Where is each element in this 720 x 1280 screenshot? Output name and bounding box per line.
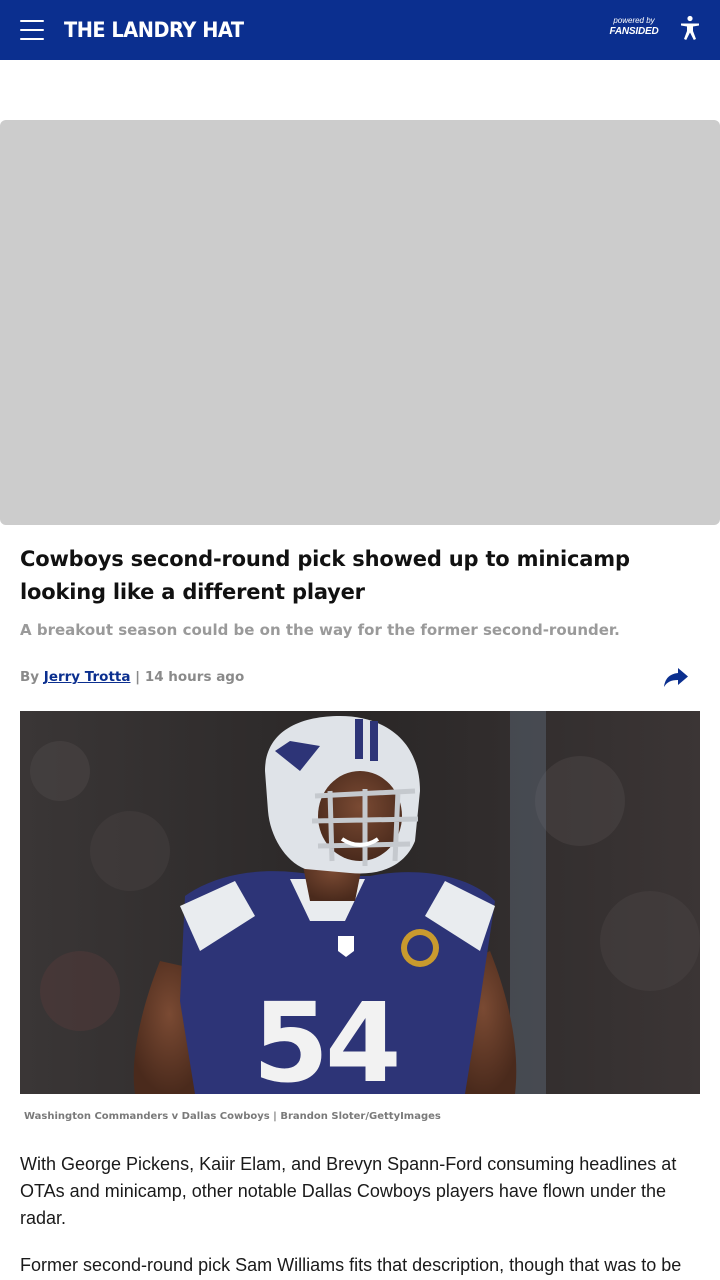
article-timestamp: 14 hours ago [144,669,245,685]
article-headline: Cowboys second-round pick showed up to m… [20,547,630,604]
fansided-logo: FANSIDED [609,26,659,37]
site-logo[interactable]: THE LANDRY HAT [64,16,244,44]
byline-prefix: By [20,669,40,685]
powered-by-label: powered by [613,16,655,25]
ad-placeholder [0,120,720,525]
byline: By Jerry Trotta | 14 hours ago [20,667,620,687]
article-paragraph: With George Pickens, Kaiir Elam, and Bre… [20,1154,677,1228]
top-navigation-bar: THE LANDRY HAT powered by FANSIDED [0,0,720,60]
author-link[interactable]: Jerry Trotta [44,669,131,685]
accessibility-icon[interactable] [678,15,702,41]
share-arrow-icon[interactable] [663,665,689,689]
article-dek: A breakout season could be on the way fo… [20,621,620,639]
byline-separator: | [135,669,141,685]
hamburger-menu-icon[interactable] [20,20,44,40]
image-caption: Washington Commanders v Dallas Cowboys |… [24,1111,441,1122]
powered-by-fansided[interactable]: powered by FANSIDED [608,17,660,37]
svg-text:54: 54 [252,979,397,1094]
hero-image: 54 [20,711,700,1094]
article-paragraph: Former second-round pick Sam Williams fi… [20,1255,682,1275]
